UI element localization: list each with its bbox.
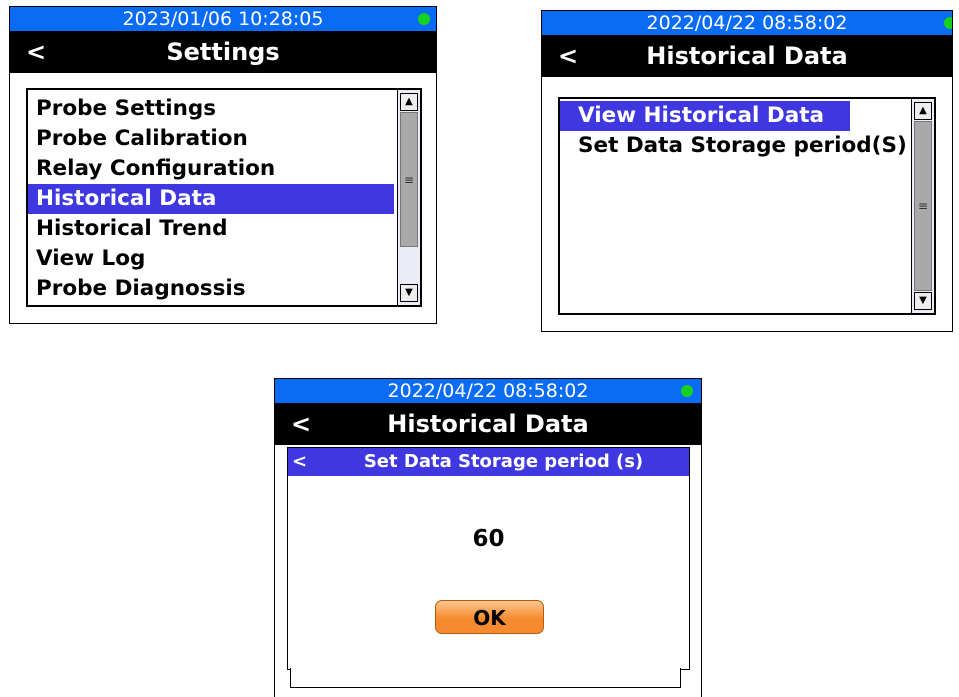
status-indicator	[418, 13, 430, 25]
dialog-header: < Set Data Storage period (s)	[288, 448, 689, 476]
datetime: 2023/01/06 10:28:05	[122, 8, 324, 30]
grip-icon: ≡	[403, 173, 415, 187]
datetime: 2022/04/22 08:58:02	[387, 380, 589, 402]
underlying-panel-edge	[290, 668, 681, 688]
scroll-up-icon[interactable]: ▲	[400, 93, 418, 111]
scroll-up-icon[interactable]: ▲	[914, 102, 932, 120]
page-title: Settings	[166, 38, 280, 66]
scroll-down-icon[interactable]: ▼	[400, 284, 418, 302]
datetime: 2022/04/22 08:58:02	[646, 12, 848, 34]
page-title: Historical Data	[646, 42, 848, 70]
status-bar: 2022/04/22 08:58:02	[542, 11, 952, 35]
storage-period-screen: 2022/04/22 08:58:02 < Historical Data < …	[274, 378, 702, 697]
scrollbar[interactable]: ▲ ≡ ▼	[397, 90, 420, 305]
historical-data-screen: 2022/04/22 08:58:02 < Historical Data Vi…	[541, 10, 953, 332]
back-button[interactable]: <	[26, 31, 46, 73]
status-bar: 2022/04/22 08:58:02	[275, 379, 701, 403]
storage-period-value[interactable]: 60	[288, 526, 689, 552]
menu-item-probe-settings[interactable]: Probe Settings	[28, 94, 394, 124]
dialog-back-button[interactable]: <	[292, 448, 307, 476]
scroll-thumb[interactable]: ≡	[914, 121, 932, 291]
status-indicator	[944, 17, 952, 29]
ok-button[interactable]: OK	[435, 600, 544, 634]
settings-screen: 2023/01/06 10:28:05 < Settings Probe Set…	[9, 6, 437, 324]
menu-item-set-data-storage-period[interactable]: Set Data Storage period(S)	[560, 131, 908, 161]
status-bar: 2023/01/06 10:28:05	[10, 7, 436, 31]
menu-item-relay-configuration[interactable]: Relay Configuration	[28, 154, 394, 184]
scrollbar[interactable]: ▲ ≡ ▼	[911, 99, 934, 313]
grip-icon: ≡	[917, 199, 929, 213]
scroll-thumb[interactable]: ≡	[400, 112, 418, 247]
menu-item-view-historical-data[interactable]: View Historical Data	[560, 101, 850, 131]
settings-menu: Probe Settings Probe Calibration Relay C…	[26, 88, 422, 307]
dialog-title: Set Data Storage period (s)	[363, 451, 644, 472]
title-bar: < Historical Data	[542, 35, 952, 77]
menu-item-view-log[interactable]: View Log	[28, 244, 394, 274]
page-title: Historical Data	[387, 410, 589, 438]
back-button[interactable]: <	[291, 403, 311, 445]
scroll-down-icon[interactable]: ▼	[914, 292, 932, 310]
back-button[interactable]: <	[558, 35, 578, 77]
status-indicator	[681, 385, 693, 397]
menu-item-probe-diagnossis[interactable]: Probe Diagnossis	[28, 274, 394, 304]
title-bar: < Settings	[10, 31, 436, 73]
storage-period-dialog: < Set Data Storage period (s) 60 OK	[287, 447, 690, 670]
menu-item-probe-calibration[interactable]: Probe Calibration	[28, 124, 394, 154]
historical-data-menu: View Historical Data Set Data Storage pe…	[558, 97, 936, 315]
title-bar: < Historical Data	[275, 403, 701, 445]
menu-item-historical-data[interactable]: Historical Data	[28, 184, 394, 214]
menu-item-historical-trend[interactable]: Historical Trend	[28, 214, 394, 244]
